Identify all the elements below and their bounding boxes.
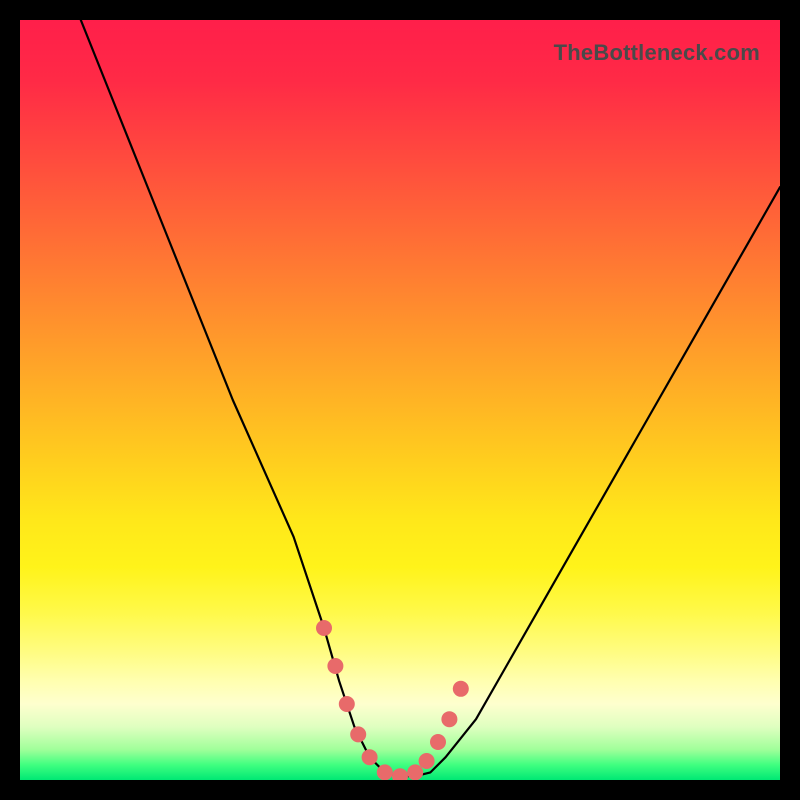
highlight-dot [419,753,435,769]
highlight-dot [362,749,378,765]
plot-area: TheBottleneck.com [20,20,780,780]
chart-frame: TheBottleneck.com [0,0,800,800]
highlight-dot [327,658,343,674]
highlight-dot [377,764,393,780]
highlight-dot [453,681,469,697]
highlight-dot [392,768,408,780]
highlight-dot [316,620,332,636]
highlight-dot [441,711,457,727]
highlight-dot [350,726,366,742]
highlight-dot [407,764,423,780]
bottleneck-curve [81,20,780,776]
highlight-dot [430,734,446,750]
curve-layer [20,20,780,780]
highlight-dot [339,696,355,712]
